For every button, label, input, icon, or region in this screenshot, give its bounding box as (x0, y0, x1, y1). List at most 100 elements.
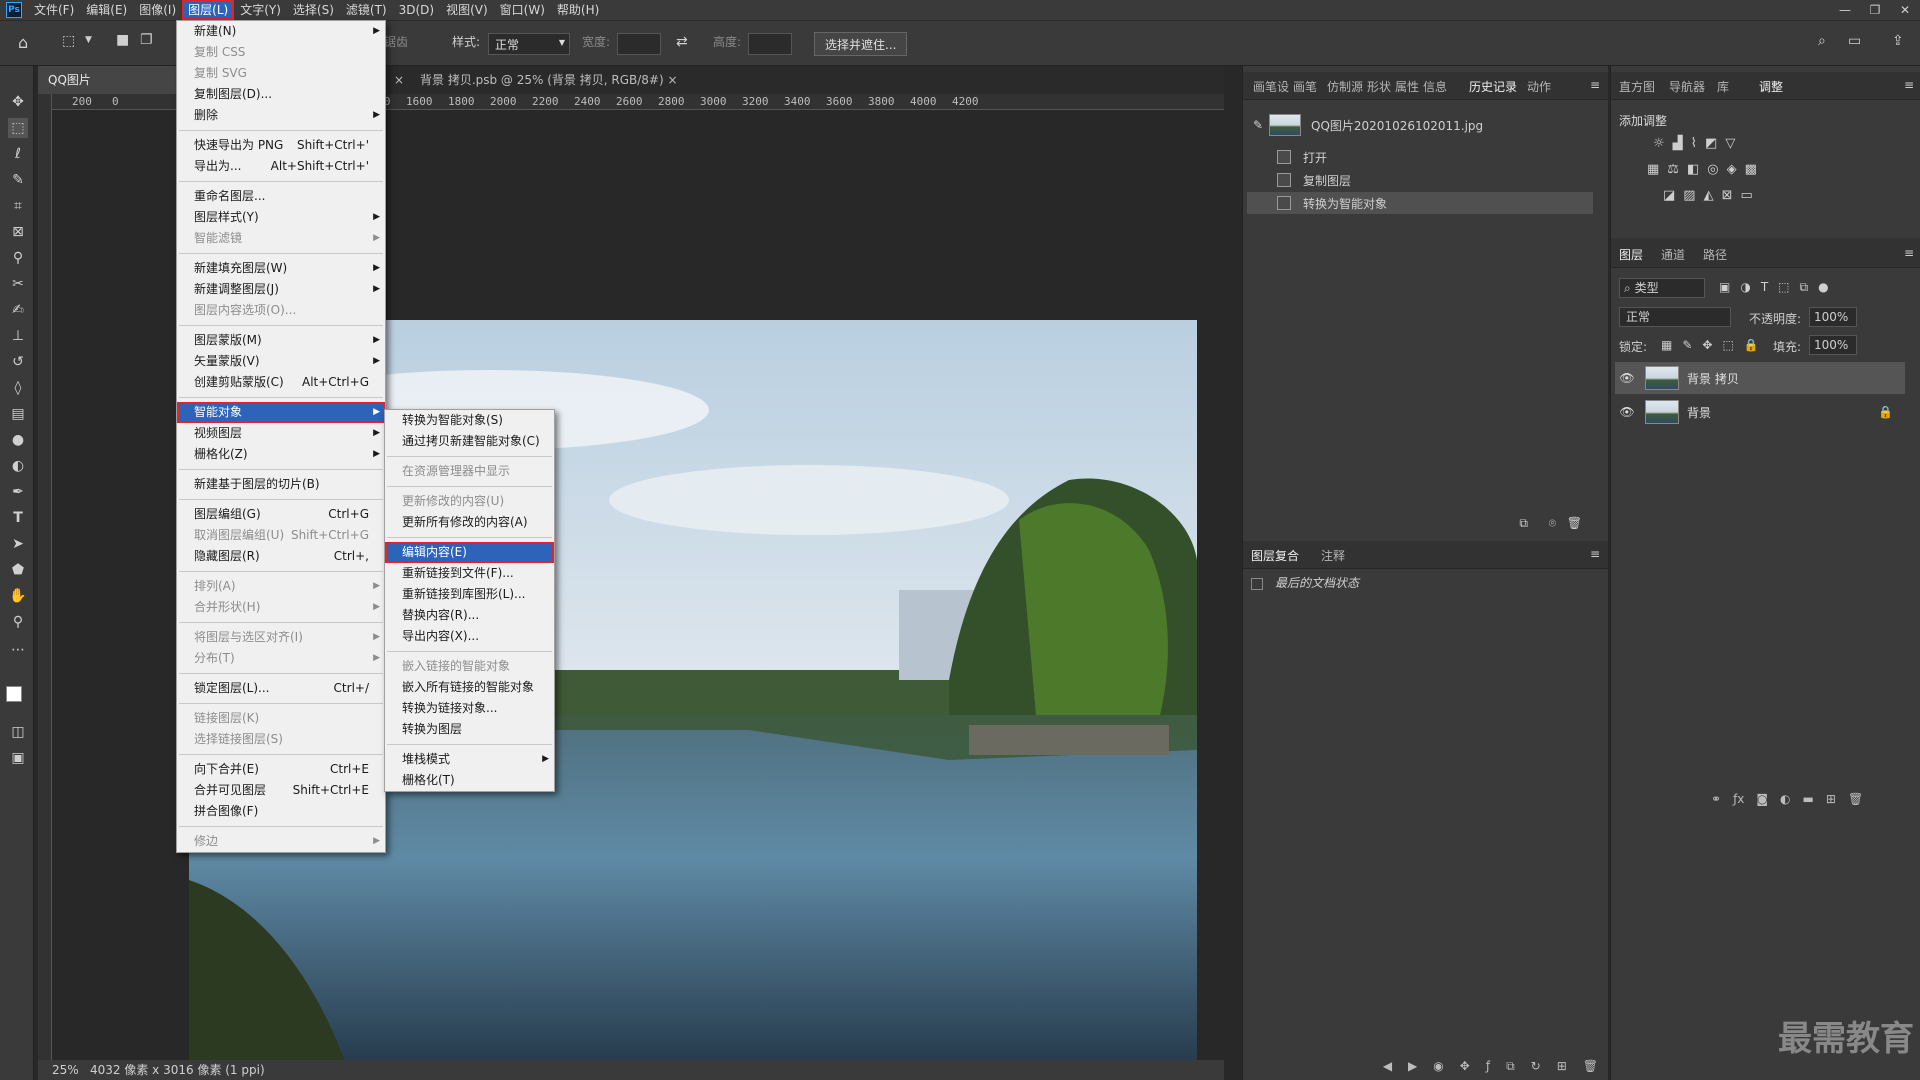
menu-0[interactable]: 文件(F) (28, 0, 80, 20)
trash-icon[interactable]: 🗑 (1848, 792, 1863, 806)
tab-3[interactable]: 调整 (1759, 78, 1783, 95)
layer-filter-select[interactable]: ⌕ 类型 (1619, 278, 1705, 298)
menu-item[interactable]: 锁定图层(L)... Ctrl+/ (177, 678, 385, 699)
new-selection-icon[interactable]: ■ (116, 32, 129, 48)
menu-item[interactable]: 视频图层 ▶ (177, 423, 385, 444)
layer-row[interactable]: 👁 背景 🔒 (1615, 396, 1905, 428)
tab-0[interactable]: 图层 (1619, 246, 1643, 263)
menu-item[interactable]: 栅格化(Z) ▶ (177, 444, 385, 465)
lock-artboard-icon[interactable]: ⬚ (1722, 338, 1733, 352)
quick-mask-icon[interactable]: ◫ (8, 722, 28, 742)
new-layer-icon[interactable]: ⊞ (1826, 792, 1836, 806)
menu-item[interactable]: 拼合图像(F) (177, 801, 385, 822)
style-select[interactable]: 正常 ▼ (488, 33, 570, 55)
lock-pixels-icon[interactable]: ✎ (1682, 338, 1692, 352)
menu-item[interactable]: 智能对象 ▶ (177, 402, 385, 423)
add-mask-icon[interactable]: ◙ (1756, 792, 1768, 806)
frame-tool-icon[interactable]: ⊠ (8, 222, 28, 242)
panel-menu-icon[interactable]: ≡ (1590, 547, 1600, 561)
fill-input[interactable]: 100% (1809, 335, 1857, 355)
swap-icon[interactable]: ⇄ (676, 34, 688, 50)
tab-notes[interactable]: 注释 (1321, 547, 1345, 564)
pixel-filter-icon[interactable]: ▣ (1719, 280, 1730, 295)
lock-transparent-icon[interactable]: ▦ (1661, 338, 1672, 352)
panel-menu-icon[interactable]: ≡ (1904, 78, 1914, 92)
tab-2[interactable]: 仿制源 (1327, 78, 1363, 95)
share-icon[interactable]: ⇪ (1892, 33, 1904, 49)
menu-item[interactable]: 堆栈模式 ▶ (385, 749, 554, 770)
new-document-icon[interactable]: ⧉ (1519, 516, 1528, 531)
history-state[interactable]: 转换为智能对象 (1247, 192, 1593, 214)
update-fx-icon[interactable]: ƒ (1486, 1059, 1490, 1074)
menu-item[interactable]: 重命名图层... (177, 186, 385, 207)
photo-filter-icon[interactable]: ◎ (1707, 162, 1718, 177)
menu-item[interactable]: 新建(N) ▶ (177, 21, 385, 42)
menu-6[interactable]: 滤镜(T) (340, 0, 393, 20)
color-balance-icon[interactable]: ⚖ (1667, 162, 1679, 177)
adjustment-filter-icon[interactable]: ◑ (1740, 280, 1750, 295)
crop-tool-icon[interactable]: ⌗ (8, 196, 28, 216)
opacity-input[interactable]: 100% (1809, 307, 1857, 327)
more-tools-icon[interactable]: ⋯ (8, 640, 28, 660)
posterize-icon[interactable]: ▨ (1683, 188, 1695, 203)
fx-icon[interactable]: ƒx (1733, 792, 1744, 806)
smart-filter-icon[interactable]: ⧉ (1800, 280, 1809, 295)
menu-4[interactable]: 文字(Y) (234, 0, 287, 20)
prev-icon[interactable]: ◀ (1383, 1059, 1392, 1074)
move-tool-icon[interactable]: ✥ (8, 92, 28, 112)
menu-item[interactable]: 转换为智能对象(S) (385, 410, 554, 431)
menu-9[interactable]: 窗口(W) (494, 0, 551, 20)
channel-mixer-icon[interactable]: ◈ (1727, 162, 1737, 177)
menu-7[interactable]: 3D(D) (393, 0, 440, 20)
menu-item[interactable]: 图层蒙版(M) ▶ (177, 330, 385, 351)
update-selected-icon[interactable]: ⧉ (1506, 1059, 1515, 1074)
link-layers-icon[interactable]: ⚭ (1711, 792, 1721, 806)
tab-2[interactable]: 库 (1717, 78, 1729, 95)
black-white-icon[interactable]: ◧ (1687, 162, 1699, 177)
invert-icon[interactable]: ◪ (1663, 188, 1675, 203)
menu-2[interactable]: 图像(I) (133, 0, 182, 20)
eyedropper-tool-icon[interactable]: ⚲ (8, 248, 28, 268)
next-icon[interactable]: ▶ (1408, 1059, 1417, 1074)
camera-icon[interactable]: ⌾ (1549, 516, 1556, 531)
lock-all-icon[interactable]: 🔒 (1744, 338, 1759, 352)
threshold-icon[interactable]: ◭ (1704, 188, 1714, 203)
zoom-tool-icon[interactable]: ⚲ (8, 612, 28, 632)
menu-item[interactable]: 隐藏图层(R) Ctrl+, (177, 546, 385, 567)
menu-item[interactable]: 快速导出为 PNG Shift+Ctrl+' (177, 135, 385, 156)
menu-item[interactable]: 新建调整图层(J) ▶ (177, 279, 385, 300)
menu-item[interactable]: 通过拷贝新建智能对象(C) (385, 431, 554, 452)
menu-item[interactable]: 栅格化(T) (385, 770, 554, 791)
blur-tool-icon[interactable]: ● (8, 430, 28, 450)
menu-item[interactable]: 转换为图层 (385, 719, 554, 740)
tab-1[interactable]: 通道 (1661, 246, 1685, 263)
vibrance-icon[interactable]: ▽ (1725, 136, 1735, 151)
hand-tool-icon[interactable]: ✋ (8, 586, 28, 606)
lasso-tool-icon[interactable]: ℓ (8, 144, 28, 164)
quick-select-tool-icon[interactable]: ✎ (8, 170, 28, 190)
type-tool-icon[interactable]: T (8, 508, 28, 528)
pen-tool-icon[interactable]: ✒ (8, 482, 28, 502)
new-group-icon[interactable]: ▬ (1803, 792, 1814, 806)
shape-filter-icon[interactable]: ⬚ (1778, 280, 1789, 295)
doc-tab-1[interactable]: QQ图片20201026102 (38, 66, 178, 94)
filter-toggle-icon[interactable]: ● (1818, 280, 1828, 295)
foreground-color-swatch[interactable] (6, 686, 22, 702)
menu-item[interactable]: 图层编组(G) Ctrl+G (177, 504, 385, 525)
height-input[interactable] (748, 33, 792, 55)
gradient-tool-icon[interactable]: ▤ (8, 404, 28, 424)
comp-state[interactable]: 最后的文档状态 (1251, 574, 1359, 591)
new-adjustment-icon[interactable]: ◐ (1780, 792, 1790, 806)
eye-icon[interactable]: 👁 (1615, 405, 1639, 419)
hue-saturation-icon[interactable]: ▦ (1647, 162, 1659, 177)
tab-6[interactable]: 历史记录 (1469, 78, 1517, 95)
menu-item[interactable]: 嵌入所有链接的智能对象 (385, 677, 554, 698)
history-state[interactable]: 复制图层 (1247, 169, 1593, 191)
update-visibility-icon[interactable]: ◉ (1433, 1059, 1443, 1074)
menu-8[interactable]: 视图(V) (440, 0, 494, 20)
menu-item[interactable]: 转换为链接对象... (385, 698, 554, 719)
workspace-icon[interactable]: ▭ (1848, 33, 1861, 49)
blend-mode-select[interactable]: 正常 (1619, 307, 1731, 327)
doc-tab-2[interactable]: 背景 拷贝.psb @ 25% (背景 拷贝, RGB/8#) × (410, 66, 688, 94)
gradient-map-icon[interactable]: ▭ (1741, 188, 1753, 203)
